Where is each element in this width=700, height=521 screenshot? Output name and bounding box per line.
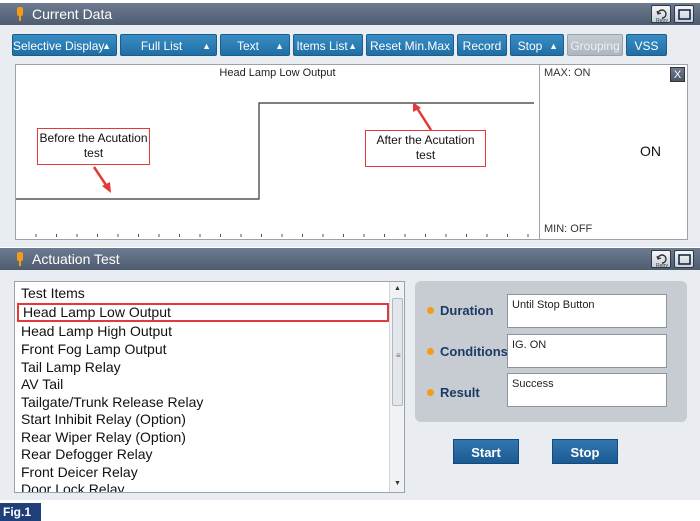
items-list-select[interactable]: Items List ▲ xyxy=(293,34,363,56)
start-button[interactable]: Start xyxy=(453,439,519,464)
actuation-title: Actuation Test xyxy=(32,251,120,267)
selective-display-label: Selective Display xyxy=(13,39,105,53)
full-list-label: Full List xyxy=(140,39,183,53)
retry-label: Retry xyxy=(656,263,668,269)
current-value: ON xyxy=(640,143,661,159)
conditions-label-text: Conditions xyxy=(440,344,508,359)
list-item[interactable]: Head Lamp High Output xyxy=(21,323,172,339)
toolbar: Selective Display ▲ Full List ▲ Text ▲ Item… xyxy=(12,34,667,56)
duration-field: Until Stop Button xyxy=(507,294,667,328)
list-item[interactable]: Start Inhibit Relay (Option) xyxy=(21,411,186,427)
scroll-down-icon[interactable]: ▼ xyxy=(390,477,404,491)
bullet-icon xyxy=(427,307,434,315)
current-data-title: Current Data xyxy=(32,6,113,22)
stop-label: Stop xyxy=(517,39,543,53)
bullet-icon xyxy=(427,389,434,397)
text-select[interactable]: Text ▲ xyxy=(220,34,290,56)
figure-label: Fig.1 xyxy=(0,503,41,521)
grouping-button: Grouping xyxy=(567,34,623,56)
vss-button[interactable]: VSS xyxy=(626,34,667,56)
reset-min-max-label: Reset Min.Max xyxy=(369,39,451,53)
max-label: MAX: ON xyxy=(544,67,591,79)
conditions-label: Conditions xyxy=(427,344,508,359)
test-items-list: Test Items Head Lamp Low Output Head Lam… xyxy=(14,281,405,493)
list-item[interactable]: Tail Lamp Relay xyxy=(21,359,121,375)
close-icon[interactable]: X xyxy=(670,67,685,82)
orange-flag-icon xyxy=(16,252,24,266)
list-scrollbar[interactable]: ▲ ≡ ▼ xyxy=(389,282,404,492)
list-item[interactable]: Door Lock Relay xyxy=(21,481,125,492)
spinner-icon: ▲ xyxy=(275,41,284,51)
retry-label: Retry xyxy=(656,18,668,24)
x-axis-ticks xyxy=(35,234,529,237)
record-label: Record xyxy=(462,39,502,53)
signal-graph: Head Lamp Low Output Before the Acutatio… xyxy=(15,64,540,240)
spinner-icon: ▲ xyxy=(549,41,558,51)
stop-button[interactable]: Stop xyxy=(552,439,618,464)
scroll-up-icon[interactable]: ▲ xyxy=(390,282,404,296)
callout-before: Before the Acutation test xyxy=(37,128,150,165)
duration-label: Duration xyxy=(427,303,493,318)
min-label: MIN: OFF xyxy=(544,223,593,235)
list-item[interactable]: Rear Wiper Relay (Option) xyxy=(21,429,186,445)
actuation-title-bar: Actuation Test Retry xyxy=(0,248,700,270)
retry-icon[interactable]: Retry xyxy=(651,5,671,24)
list-item[interactable]: Tailgate/Trunk Release Relay xyxy=(21,394,203,410)
graph-title: Head Lamp Low Output xyxy=(219,67,336,79)
list-item-selected[interactable]: Head Lamp Low Output xyxy=(17,303,389,322)
items-list-label: Items List xyxy=(296,39,348,53)
stop-select[interactable]: Stop ▲ xyxy=(510,34,564,56)
spinner-icon: ▲ xyxy=(102,41,111,51)
current-data-title-bar: Current Data Retry xyxy=(0,3,700,25)
arrow-after xyxy=(415,107,433,131)
conditions-field: IG. ON xyxy=(507,334,667,368)
spinner-icon: ▲ xyxy=(202,41,211,51)
window-restore-icon[interactable] xyxy=(674,5,694,23)
grouping-label: Grouping xyxy=(570,39,620,53)
scroll-thumb[interactable]: ≡ xyxy=(392,298,403,406)
retry-icon[interactable]: Retry xyxy=(651,250,671,269)
bullet-icon xyxy=(427,348,434,356)
duration-label-text: Duration xyxy=(440,303,494,318)
test-info-panel: Duration Until Stop Button Conditions IG… xyxy=(415,281,687,422)
result-label: Result xyxy=(427,385,480,400)
vss-label: VSS xyxy=(634,39,659,53)
value-side-panel: MAX: ON X ON MIN: OFF xyxy=(540,64,688,240)
reset-min-max-button[interactable]: Reset Min.Max xyxy=(366,34,454,56)
record-button[interactable]: Record xyxy=(457,34,507,56)
callout-after: After the Acutation test xyxy=(365,130,486,167)
orange-flag-icon xyxy=(16,7,24,21)
selective-display-select[interactable]: Selective Display ▲ xyxy=(12,34,117,56)
result-label-text: Result xyxy=(440,385,480,400)
text-label: Text xyxy=(236,39,259,53)
spinner-icon: ▲ xyxy=(348,41,357,51)
window-restore-icon[interactable] xyxy=(674,250,694,268)
result-field: Success xyxy=(507,373,667,407)
list-item[interactable]: Front Deicer Relay xyxy=(21,464,138,480)
list-item[interactable]: AV Tail xyxy=(21,376,63,392)
full-list-select[interactable]: Full List ▲ xyxy=(120,34,217,56)
list-item[interactable]: Rear Defogger Relay xyxy=(21,446,153,462)
grip-icon: ≡ xyxy=(396,351,401,360)
list-item[interactable]: Front Fog Lamp Output xyxy=(21,341,167,357)
list-header: Test Items xyxy=(21,285,85,301)
